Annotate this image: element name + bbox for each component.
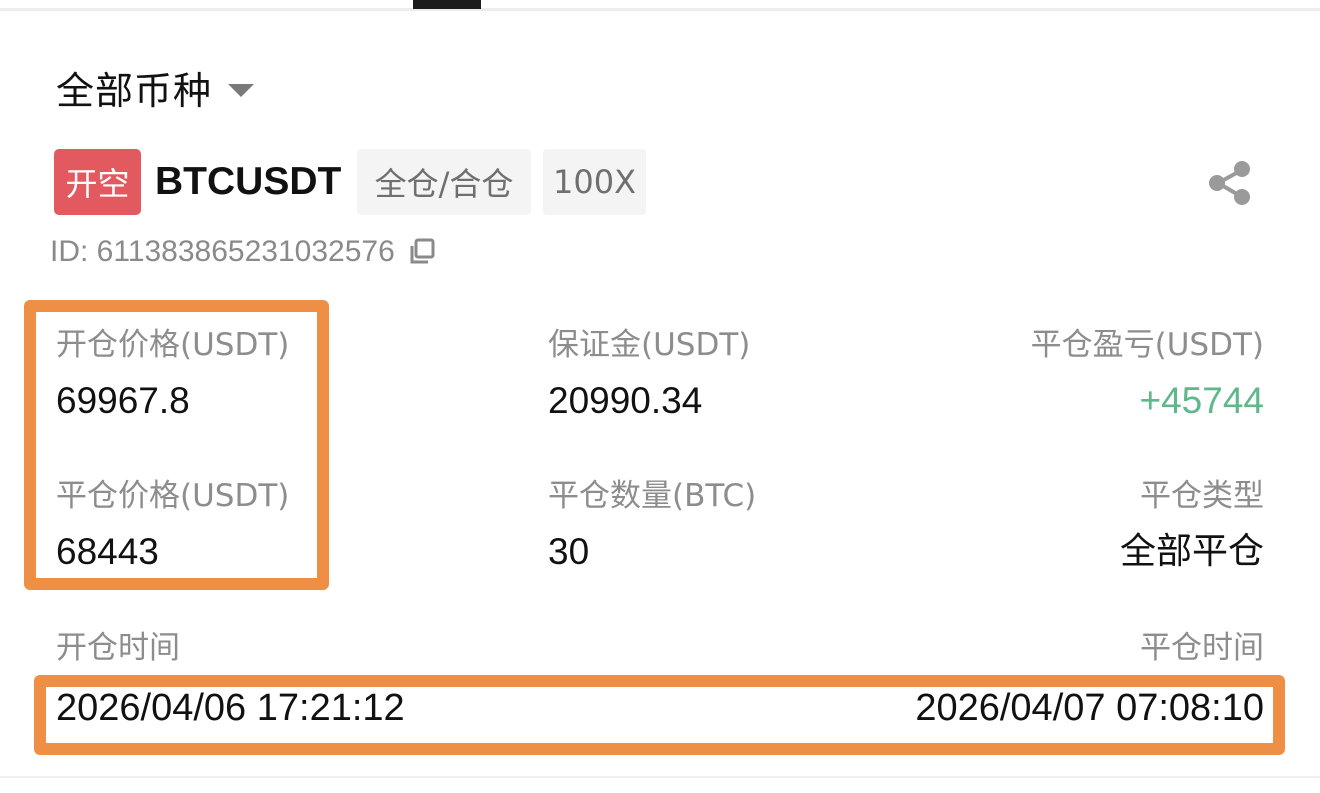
active-tab-indicator (413, 0, 481, 9)
close-type-value: 全部平仓 (1119, 531, 1264, 572)
pnl-stat: 平仓盈亏(USDT) +45744 (1031, 325, 1264, 425)
copy-icon[interactable] (407, 237, 437, 267)
margin-stat: 保证金(USDT) 20990.34 (548, 325, 750, 425)
close-type-stat: 平仓类型 全部平仓 (1120, 476, 1264, 576)
price-highlight-box (24, 300, 329, 590)
close-qty-label: 平仓数量(BTC) (548, 478, 757, 514)
order-id-text: ID: 611383865231032576 (50, 235, 395, 268)
top-divider (0, 8, 1320, 11)
coin-filter-label: 全部币种 (56, 68, 213, 113)
close-type-label: 平仓类型 (1140, 478, 1264, 514)
pnl-label: 平仓盈亏(USDT) (1030, 327, 1264, 363)
close-qty-stat: 平仓数量(BTC) 30 (548, 476, 756, 576)
coin-filter-dropdown[interactable]: 全部币种 (56, 62, 255, 113)
pnl-value: +45744 (1139, 380, 1265, 421)
open-time-label: 开仓时间 (56, 630, 180, 666)
margin-mode-tag: 全仓/合仓 (357, 149, 531, 215)
leverage-tag: 100X (543, 149, 646, 215)
close-time-label: 平仓时间 (1140, 630, 1264, 666)
bottom-divider (0, 776, 1320, 778)
caret-down-icon (228, 83, 255, 97)
symbol-name: BTCUSDT (155, 160, 342, 203)
margin-value: 20990.34 (548, 380, 703, 421)
side-badge: 开空 (54, 149, 141, 215)
time-highlight-box (34, 675, 1285, 755)
close-qty-value: 30 (548, 531, 590, 572)
order-id: ID: 611383865231032576 (50, 232, 437, 272)
margin-label: 保证金(USDT) (548, 327, 751, 363)
share-icon[interactable] (1205, 157, 1257, 209)
